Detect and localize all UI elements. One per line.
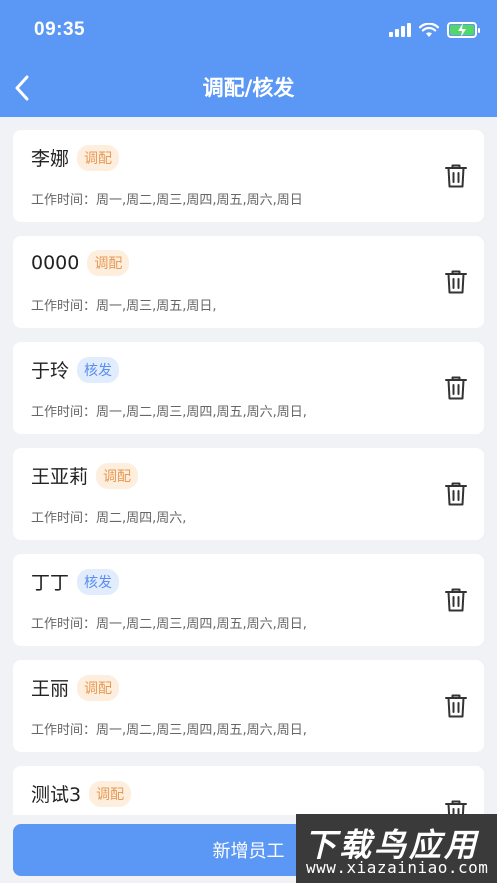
employee-name: 李娜 (31, 148, 70, 170)
employee-name: 于玲 (31, 360, 70, 382)
delete-button[interactable] (444, 481, 468, 507)
work-days: 周一,周二,周三,周四,周五,周六,周日 (96, 193, 303, 208)
delete-button[interactable] (444, 269, 468, 295)
signal-icon (389, 23, 411, 37)
work-time-label: 工作时间： (31, 723, 97, 738)
work-time: 工作时间：周一,周二,周三,周四,周五,周六,周日 (31, 189, 303, 208)
nav-header: 09:35 调配/核发 (0, 0, 497, 117)
work-time-label: 工作时间： (31, 405, 97, 420)
role-tag: 调配 (89, 780, 132, 807)
role-tag: 调配 (96, 462, 139, 489)
delete-button[interactable] (444, 375, 468, 401)
trash-icon (445, 270, 467, 294)
status-time: 09:35 (34, 19, 86, 40)
employee-card[interactable]: 王丽 调配 工作时间：周一,周二,周三,周四,周五,周六,周日, (13, 660, 484, 752)
work-time: 工作时间：周一,周二,周三,周四,周五,周六,周日, (31, 613, 307, 632)
watermark: 下载鸟应用 www.xiazainiao.com (296, 814, 497, 883)
employee-name: 0000 (31, 252, 80, 274)
wifi-icon (419, 22, 439, 37)
role-tag: 调配 (77, 144, 120, 171)
employee-name: 王亚莉 (31, 466, 89, 488)
status-icons (389, 22, 480, 38)
work-time-label: 工作时间： (31, 193, 97, 208)
delete-button[interactable] (444, 163, 468, 189)
trash-icon (445, 588, 467, 612)
page-title: 调配/核发 (202, 76, 295, 100)
delete-button[interactable] (444, 587, 468, 613)
work-time: 工作时间：周一,周三,周五,周日, (31, 295, 217, 314)
employee-name: 丁丁 (31, 572, 70, 594)
work-days: 周二,周四,周六, (96, 511, 187, 526)
employee-name: 王丽 (31, 678, 70, 700)
work-time-label: 工作时间： (31, 617, 97, 632)
employee-card[interactable]: 李娜 调配 工作时间：周一,周二,周三,周四,周五,周六,周日 (13, 130, 484, 222)
watermark-url: www.xiazainiao.com (306, 858, 489, 877)
role-tag: 核发 (77, 568, 120, 595)
role-tag: 调配 (77, 674, 120, 701)
employee-card[interactable]: 0000 调配 工作时间：周一,周三,周五,周日, (13, 236, 484, 328)
work-days: 周一,周三,周五,周日, (96, 299, 217, 314)
work-time-label: 工作时间： (31, 299, 97, 314)
employee-card[interactable]: 王亚莉 调配 工作时间：周二,周四,周六, (13, 448, 484, 540)
trash-icon (445, 694, 467, 718)
work-days: 周一,周二,周三,周四,周五,周六,周日, (96, 723, 307, 738)
work-time: 工作时间：周一,周二,周三,周四,周五,周六,周日, (31, 401, 307, 420)
battery-icon (447, 22, 480, 38)
work-time: 工作时间：周二,周四,周六, (31, 507, 186, 526)
trash-icon (445, 482, 467, 506)
role-tag: 调配 (87, 250, 130, 276)
role-tag: 核发 (77, 356, 120, 383)
employee-card[interactable]: 丁丁 核发 工作时间：周一,周二,周三,周四,周五,周六,周日, (13, 554, 484, 646)
work-time-label: 工作时间： (31, 511, 97, 526)
trash-icon (445, 376, 467, 400)
trash-icon (445, 164, 467, 188)
work-days: 周一,周二,周三,周四,周五,周六,周日, (96, 617, 307, 632)
employee-card[interactable]: 于玲 核发 工作时间：周一,周二,周三,周四,周五,周六,周日, (13, 342, 484, 434)
delete-button[interactable] (444, 693, 468, 719)
work-days: 周一,周二,周三,周四,周五,周六,周日, (96, 405, 307, 420)
work-time: 工作时间：周一,周二,周三,周四,周五,周六,周日, (31, 719, 307, 738)
employee-name: 测试3 (31, 784, 82, 806)
